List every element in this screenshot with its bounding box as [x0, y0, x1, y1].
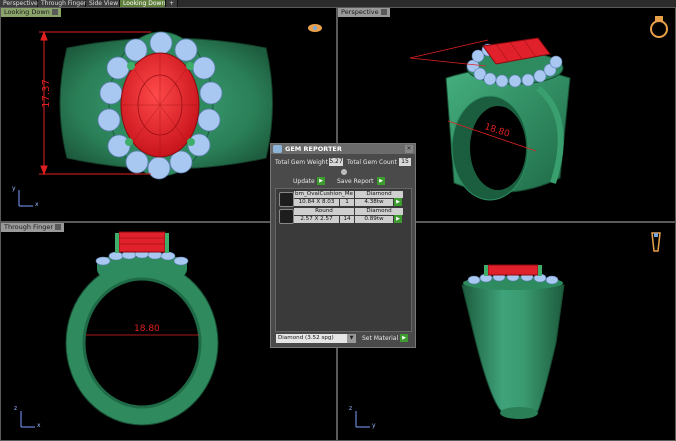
gem-reporter-title: GEM REPORTER	[285, 145, 342, 153]
axis-label-x: x	[35, 201, 39, 208]
list-item[interactable]: bm_OvalCushion_Me Diamond 10.84 X 8.03 1…	[278, 191, 409, 207]
close-icon[interactable]: ✕	[405, 145, 413, 153]
axis-label-z: z	[349, 405, 353, 412]
gem-type: Diamond	[355, 208, 403, 215]
axis-label-z: z	[14, 405, 18, 412]
gem-thumbnail-icon	[279, 209, 294, 224]
tab-looking-down[interactable]: Looking Down	[120, 0, 166, 7]
gem-name: bm_OvalCushion_Me	[294, 191, 354, 198]
gem-size: 10.84 X 8.03	[294, 199, 339, 206]
material-select-value: Diamond (3.52 spg)	[278, 335, 334, 341]
material-select[interactable]: Diamond (3.52 spg) ▼	[276, 334, 356, 343]
add-tab-button[interactable]: +	[166, 0, 178, 7]
tab-side-view[interactable]: Side View	[86, 0, 120, 7]
dimension-label-inner: 18.80	[134, 324, 160, 334]
ring-thumbnail-icon[interactable]	[648, 12, 670, 40]
chevron-down-icon[interactable]: ▼	[347, 334, 356, 343]
axis-label-y: y	[372, 422, 376, 429]
gem-weight: 0.89tw	[355, 216, 393, 223]
update-button[interactable]: ▶	[317, 177, 325, 185]
gem-select-button[interactable]: ▶	[394, 215, 402, 223]
gem-list[interactable]: bm_OvalCushion_Me Diamond 10.84 X 8.03 1…	[275, 188, 412, 332]
set-material-button[interactable]: ▶	[400, 334, 408, 342]
gem-type: Diamond	[355, 191, 403, 198]
save-report-label: Save Report	[337, 178, 374, 185]
gem-thumbnail-icon	[279, 192, 294, 207]
total-gem-weight-value: 5.27	[329, 158, 343, 166]
gem-count: 1	[340, 199, 354, 206]
gem-count: 14	[340, 216, 354, 223]
gem-select-button[interactable]: ▶	[394, 198, 402, 206]
set-material-label: Set Material	[362, 335, 399, 342]
axis-label-x: x	[37, 422, 41, 429]
list-item[interactable]: Round Diamond 2.57 X 2.57 14 0.89tw ▶	[278, 208, 409, 224]
dimension-label-height: 17.37	[40, 79, 52, 108]
gem-name: Round	[294, 208, 354, 215]
save-report-button[interactable]: ▶	[377, 177, 385, 185]
gem-reporter-titlebar[interactable]: GEM REPORTER ✕	[271, 144, 415, 154]
axis-label-y: y	[12, 185, 16, 192]
gem-size: 2.57 X 2.57	[294, 216, 339, 223]
tab-perspective[interactable]: Perspective	[0, 0, 38, 7]
total-gem-weight-label: Total Gem Weight	[275, 159, 328, 166]
gem-icon	[273, 145, 282, 153]
total-gem-count-value: 15	[399, 158, 411, 166]
gem-reporter-panel: GEM REPORTER ✕ Total Gem Weight 5.27 Tot…	[270, 143, 416, 348]
tab-through-finger[interactable]: Through Finger	[38, 0, 86, 7]
expand-icon[interactable]	[341, 169, 347, 175]
update-label: Update	[293, 178, 315, 185]
ring-thumbnail-icon[interactable]	[307, 22, 323, 34]
total-gem-count-label: Total Gem Count	[347, 159, 397, 166]
ring-thumbnail-icon[interactable]	[648, 229, 664, 257]
gem-weight: 4.38tw	[355, 199, 393, 206]
